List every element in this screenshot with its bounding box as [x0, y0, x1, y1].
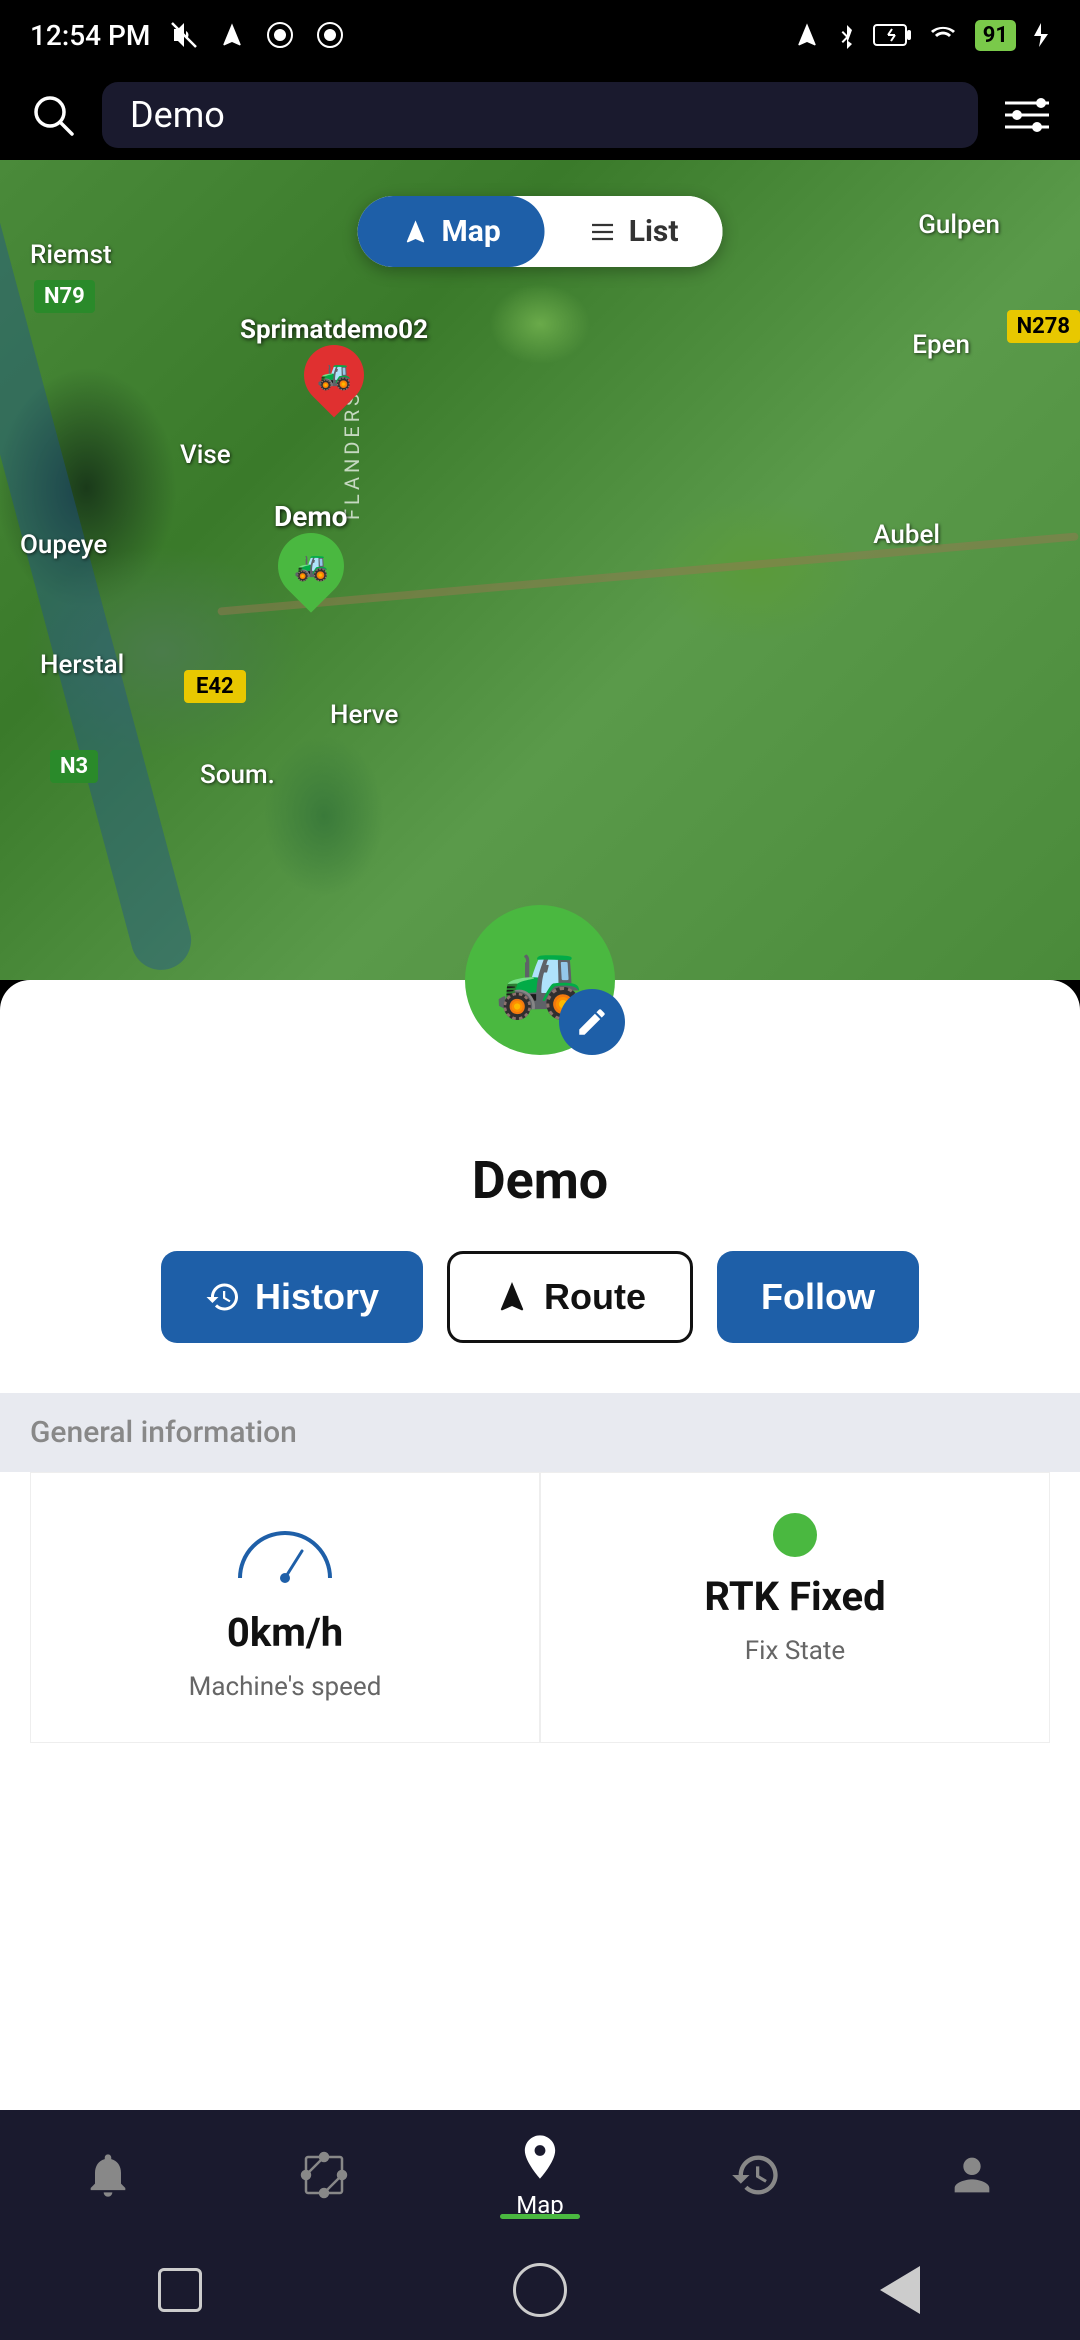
red-pin-dot: 🚜 [292, 333, 377, 418]
status-bar: 12:54 PM [0, 0, 1080, 70]
road-e42: E42 [184, 670, 246, 703]
map-nav-icon [514, 2131, 566, 2183]
action-buttons: History Route Follow [30, 1251, 1050, 1343]
green-pin-dot: 🚜 [264, 519, 357, 612]
system-back-btn[interactable] [870, 2260, 930, 2320]
system-nav [0, 2240, 1080, 2340]
shapes-icon [298, 2149, 350, 2201]
history-nav-icon [730, 2149, 782, 2201]
map-toggle-map[interactable]: Map [358, 196, 545, 267]
mute-icon [168, 19, 200, 51]
edit-badge[interactable] [559, 989, 625, 1055]
rtk-status: RTK Fixed [704, 1573, 885, 1620]
status-time: 12:54 PM [30, 19, 150, 52]
bell-icon [82, 2149, 134, 2201]
nav-item-alerts[interactable] [82, 2149, 134, 2201]
location-icon [793, 21, 821, 49]
search-icon[interactable] [20, 82, 86, 148]
map-label-soum: Soum. [200, 760, 275, 790]
road-n3: N3 [50, 750, 98, 783]
charging-icon [1030, 21, 1050, 49]
road-n79: N79 [34, 280, 95, 313]
wifi-icon [925, 21, 961, 49]
rtk-label: Fix State [745, 1636, 845, 1666]
filter-icon[interactable] [994, 82, 1060, 148]
map-background [0, 160, 1080, 980]
rtk-card: RTK Fixed Fix State [540, 1472, 1050, 1743]
map-list-toggle[interactable]: Map List [358, 196, 723, 267]
bluetooth-icon [835, 21, 859, 49]
battery-charging-icon [873, 21, 911, 49]
system-home-btn[interactable] [510, 2260, 570, 2320]
nav-item-profile[interactable] [946, 2149, 998, 2201]
history-button[interactable]: History [161, 1251, 423, 1343]
pin-demo: Demo 🚜 [274, 500, 347, 599]
bottom-nav: Map [0, 2110, 1080, 2240]
profile-icon [946, 2149, 998, 2201]
pin-sprimatdemo: Sprimatdemo02 🚜 [240, 315, 428, 405]
panel-content: Demo History Route Follow General inform… [0, 1060, 1080, 1773]
rtk-dot [773, 1513, 817, 1557]
nav-icon [218, 19, 246, 51]
search-input[interactable]: Demo [102, 82, 978, 148]
speedometer-icon [230, 1513, 340, 1593]
avatar-wrapper: 🚜 [0, 980, 1080, 1060]
circle-icon-1 [264, 19, 296, 51]
map-label-herve: Herve [330, 700, 398, 730]
map-label-oupeye: Oupeye [20, 530, 107, 560]
map-area[interactable]: Riemst Gulpen Epen Vise Oupeye Aubel Her… [0, 160, 1080, 980]
circle-icon-2 [314, 19, 346, 51]
nav-item-history[interactable] [730, 2149, 782, 2201]
road-n278: N278 [1007, 310, 1080, 343]
general-info-header: General information [0, 1393, 1080, 1472]
nav-item-shapes[interactable] [298, 2149, 350, 2201]
device-name: Demo [30, 1150, 1050, 1211]
map-label-epen: Epen [912, 330, 970, 360]
info-cards: 0km/h Machine's speed RTK Fixed Fix Stat… [30, 1472, 1050, 1743]
bottom-panel: 🚜 Demo History Route [0, 980, 1080, 2280]
map-label-gulpen: Gulpen [918, 210, 1000, 240]
map-label-riemst: Riemst [30, 240, 112, 270]
map-label-herstal: Herstal [40, 650, 124, 680]
active-bar [500, 2214, 580, 2219]
status-left: 12:54 PM [30, 19, 346, 52]
follow-button[interactable]: Follow [717, 1251, 919, 1343]
map-toggle-list[interactable]: List [545, 196, 723, 267]
route-button[interactable]: Route [447, 1251, 693, 1343]
search-bar: Demo [0, 70, 1080, 160]
map-label-vise: Vise [180, 440, 231, 470]
nav-item-map[interactable]: Map [514, 2131, 566, 2219]
battery-level: 91 [975, 20, 1016, 51]
speed-card: 0km/h Machine's speed [30, 1472, 540, 1743]
speed-label: Machine's speed [189, 1672, 382, 1702]
system-square-btn[interactable] [150, 2260, 210, 2320]
status-right: 91 [793, 20, 1050, 51]
map-label-aubel: Aubel [873, 520, 940, 550]
speed-value: 0km/h [227, 1609, 343, 1656]
tractor-avatar: 🚜 [465, 905, 615, 1055]
